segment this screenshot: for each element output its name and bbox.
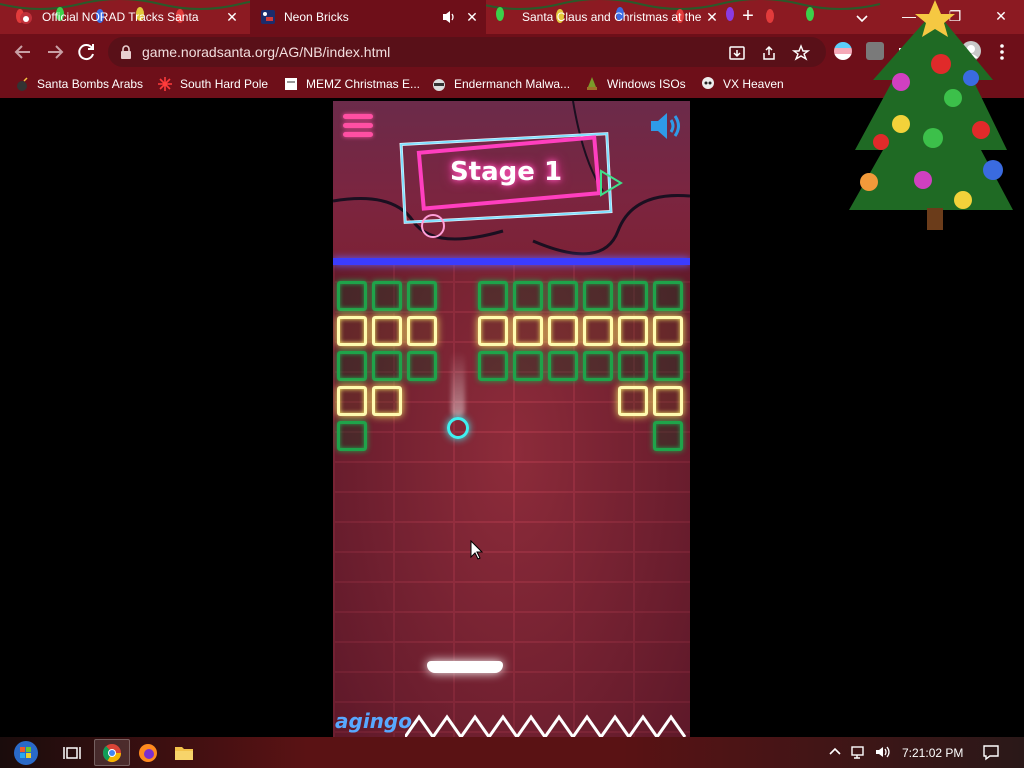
yellow-brick xyxy=(548,316,578,346)
neon-bricks-favicon-icon xyxy=(261,10,275,24)
notifications-icon[interactable] xyxy=(982,743,1000,761)
forward-arrow-icon[interactable] xyxy=(44,42,66,62)
bookmark-item[interactable]: VX Heaven xyxy=(700,70,784,98)
paddle[interactable] xyxy=(427,661,503,673)
tab-title: Official NORAD Tracks Santa xyxy=(42,10,199,24)
tab-neon-bricks[interactable]: Neon Bricks ✕ xyxy=(250,0,486,34)
bookmark-item[interactable]: Endermanch Malwa... xyxy=(431,70,570,98)
yellow-brick xyxy=(337,316,367,346)
back-arrow-icon[interactable] xyxy=(12,42,34,62)
bookmark-label: VX Heaven xyxy=(723,77,784,91)
ball-trail xyxy=(451,351,465,417)
tab-norad[interactable]: Official NORAD Tracks Santa ✕ xyxy=(10,0,246,34)
green-brick xyxy=(478,351,508,381)
folder-icon xyxy=(175,746,193,760)
green-brick xyxy=(372,281,402,311)
spike-floor xyxy=(405,714,687,737)
bomb-santa-icon xyxy=(17,77,28,91)
chrome-icon xyxy=(102,743,121,762)
yellow-brick xyxy=(618,386,648,416)
bookmark-item[interactable]: MEMZ Christmas E... xyxy=(283,70,420,98)
green-brick xyxy=(407,281,437,311)
bookmark-item[interactable]: Santa Bombs Arabs xyxy=(14,70,143,98)
green-brick xyxy=(618,281,648,311)
green-brick xyxy=(513,351,543,381)
yellow-brick xyxy=(372,316,402,346)
firefox-icon xyxy=(139,743,157,762)
chevron-up-icon[interactable] xyxy=(826,743,844,761)
yellow-brick xyxy=(653,386,683,416)
skull-icon xyxy=(702,77,714,89)
agingo-logo[interactable]: agingo xyxy=(335,709,412,733)
install-app-icon[interactable] xyxy=(728,44,746,62)
task-view-icon xyxy=(63,746,81,759)
santa-favicon-icon xyxy=(20,12,32,24)
tab-audio-icon[interactable] xyxy=(442,9,456,25)
yellow-brick xyxy=(513,316,543,346)
yellow-brick xyxy=(583,316,613,346)
taskbar: 7:21:02 PM xyxy=(0,737,1024,768)
yellow-brick xyxy=(478,316,508,346)
tab-title: Neon Bricks xyxy=(284,10,349,24)
close-tab-icon[interactable]: ✕ xyxy=(224,9,240,25)
green-brick xyxy=(653,421,683,451)
yellow-brick xyxy=(618,316,648,346)
ball xyxy=(447,417,469,439)
green-brick xyxy=(513,281,543,311)
bookmark-star-icon[interactable] xyxy=(792,44,810,62)
chrome-taskbar-button[interactable] xyxy=(94,739,130,766)
raccoon-icon xyxy=(433,79,445,91)
bookmark-label: MEMZ Christmas E... xyxy=(306,77,421,91)
firefox-taskbar-button[interactable] xyxy=(130,739,166,766)
wizard-icon xyxy=(587,77,597,90)
green-brick xyxy=(548,281,578,311)
lock-icon[interactable] xyxy=(120,45,132,59)
file-explorer-taskbar-button[interactable] xyxy=(166,739,202,766)
new-tab-button[interactable]: + xyxy=(738,6,758,27)
green-brick xyxy=(618,351,648,381)
christmas-tree-decoration xyxy=(849,0,1013,230)
task-view-button[interactable] xyxy=(54,739,90,766)
bookmark-label: Endermanch Malwa... xyxy=(454,77,571,91)
bookmark-label: South Hard Pole xyxy=(180,77,269,91)
url-text[interactable]: game.noradsanta.org/AG/NB/index.html xyxy=(142,44,390,60)
address-bar[interactable]: game.noradsanta.org/AG/NB/index.html xyxy=(108,37,826,67)
green-brick xyxy=(407,351,437,381)
yellow-brick xyxy=(337,386,367,416)
green-brick xyxy=(478,281,508,311)
bookmark-label: Windows ISOs xyxy=(607,77,686,91)
tab-title: Santa Claus and Christmas at the xyxy=(522,10,702,24)
start-button[interactable] xyxy=(6,739,46,766)
green-brick xyxy=(548,351,578,381)
share-icon[interactable] xyxy=(760,44,778,62)
green-brick xyxy=(653,351,683,381)
green-brick xyxy=(337,351,367,381)
snowflake-icon xyxy=(158,77,172,91)
volume-icon[interactable] xyxy=(874,743,892,761)
page-icon xyxy=(285,78,297,90)
yellow-brick xyxy=(653,316,683,346)
green-brick xyxy=(653,281,683,311)
clock[interactable]: 7:21:02 PM xyxy=(902,746,963,760)
reload-icon[interactable] xyxy=(76,42,98,62)
yellow-brick xyxy=(372,386,402,416)
green-brick xyxy=(337,281,367,311)
yellow-brick xyxy=(407,316,437,346)
tab-santa-claus[interactable]: Santa Claus and Christmas at the ✕ xyxy=(490,0,726,34)
green-brick xyxy=(372,351,402,381)
green-brick xyxy=(583,351,613,381)
brick-grid xyxy=(333,101,690,737)
game-canvas[interactable]: Stage 1 agingo xyxy=(333,101,690,737)
bookmark-item[interactable]: South Hard Pole xyxy=(157,70,268,98)
bookmark-item[interactable]: Windows ISOs xyxy=(584,70,686,98)
close-tab-icon[interactable]: ✕ xyxy=(704,9,720,25)
bookmark-label: Santa Bombs Arabs xyxy=(37,77,144,91)
windows-logo-icon xyxy=(14,741,38,765)
network-icon[interactable] xyxy=(850,743,868,761)
close-tab-icon[interactable]: ✕ xyxy=(464,9,480,25)
green-brick xyxy=(337,421,367,451)
green-brick xyxy=(583,281,613,311)
mouse-cursor-icon xyxy=(470,540,484,560)
